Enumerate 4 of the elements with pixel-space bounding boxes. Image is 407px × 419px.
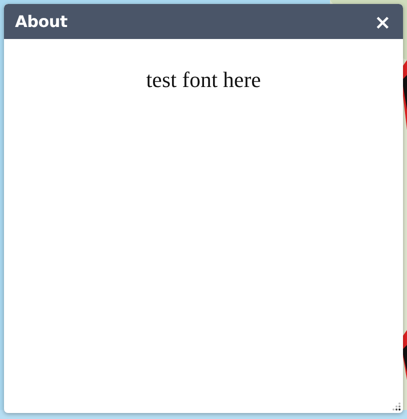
resize-grip-icon[interactable] — [392, 402, 401, 411]
body-text: test font here — [146, 67, 261, 93]
dialog-title: About — [15, 12, 68, 31]
close-button[interactable]: × — [372, 12, 393, 32]
